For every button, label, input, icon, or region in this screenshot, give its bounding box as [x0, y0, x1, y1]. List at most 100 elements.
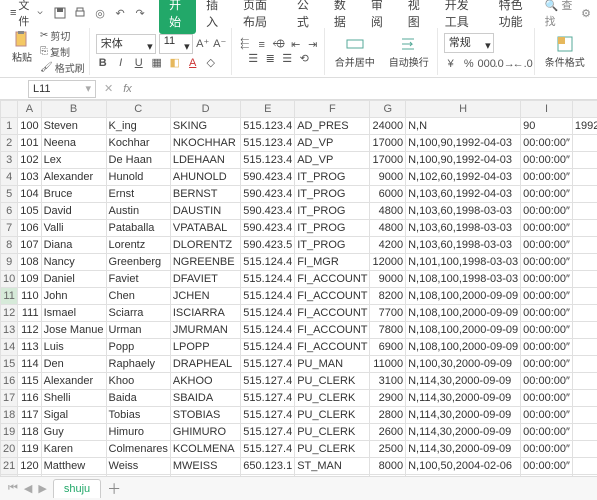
cell[interactable]: 00:00:00″ — [521, 152, 573, 169]
cell[interactable]: Matthew — [41, 458, 106, 475]
cell[interactable]: 00:00:00″ — [521, 169, 573, 186]
add-sheet-button[interactable]: ＋ — [107, 479, 121, 499]
cell[interactable]: 107 — [18, 237, 41, 254]
cell[interactable]: AHUNOLD — [170, 169, 240, 186]
cell[interactable] — [572, 424, 597, 441]
cell[interactable]: 00:00:00″ — [521, 186, 573, 203]
cell[interactable]: STOBIAS — [170, 407, 240, 424]
cell[interactable]: 2800 — [370, 407, 406, 424]
font-name-select[interactable]: 宋体▾ — [96, 34, 156, 54]
cell[interactable]: 6000 — [370, 186, 406, 203]
cell[interactable]: N,103,60,1992-04-03 — [406, 186, 521, 203]
row-header[interactable]: 3 — [1, 152, 18, 169]
indent-right-icon[interactable]: ⇥ — [306, 38, 320, 52]
cell[interactable]: 590.423.4 — [241, 203, 295, 220]
cell[interactable]: 515.123.4 — [241, 135, 295, 152]
cell[interactable] — [572, 407, 597, 424]
cell[interactable] — [572, 203, 597, 220]
col-header-H[interactable]: H — [406, 101, 521, 118]
cell[interactable]: 00:00:00″ — [521, 373, 573, 390]
comma-icon[interactable]: 000 — [480, 57, 494, 71]
cell[interactable]: 515.123.4 — [241, 152, 295, 169]
paste-button[interactable]: 粘贴 — [8, 28, 36, 75]
cell[interactable] — [572, 441, 597, 458]
cell[interactable]: 00:00:00″ — [521, 203, 573, 220]
fill-color-button[interactable]: ◧ — [168, 56, 182, 70]
cell[interactable]: 118 — [18, 424, 41, 441]
cancel-icon[interactable]: ✕ — [104, 82, 113, 95]
row-header[interactable]: 7 — [1, 220, 18, 237]
cell[interactable] — [572, 305, 597, 322]
cell[interactable]: 515.124.4 — [241, 339, 295, 356]
cell[interactable]: PU_CLERK — [295, 390, 370, 407]
font-size-select[interactable]: 11▾ — [159, 34, 193, 54]
cell[interactable]: N,114,30,2000-09-09 — [406, 407, 521, 424]
cell[interactable]: 1992/4/3 0:00 — [572, 118, 597, 135]
cell[interactable]: 24000 — [370, 118, 406, 135]
cell[interactable]: Weiss — [106, 458, 170, 475]
cell[interactable]: 00:00:00″ — [521, 407, 573, 424]
cell[interactable] — [572, 271, 597, 288]
cell[interactable]: Tobias — [106, 407, 170, 424]
cell[interactable]: 106 — [18, 220, 41, 237]
cell[interactable]: Karen — [41, 441, 106, 458]
cell[interactable]: Den — [41, 356, 106, 373]
copy-button[interactable]: ⎘ 复制 — [40, 44, 85, 59]
cell[interactable]: Raphaely — [106, 356, 170, 373]
shrink-font-icon[interactable]: A⁻ — [213, 37, 227, 51]
cell[interactable]: Steven — [41, 118, 106, 135]
cell[interactable] — [572, 152, 597, 169]
cell[interactable]: Popp — [106, 339, 170, 356]
cell[interactable]: 515.127.4 — [241, 441, 295, 458]
select-all-corner[interactable] — [1, 101, 18, 118]
cell[interactable]: DLORENTZ — [170, 237, 240, 254]
cell[interactable]: 00:00:00″ — [521, 424, 573, 441]
cell[interactable]: 112 — [18, 322, 41, 339]
cell[interactable]: PU_CLERK — [295, 407, 370, 424]
merge-button[interactable]: 合并居中 — [331, 33, 379, 71]
name-box[interactable]: L11▾ — [28, 80, 96, 98]
col-header-A[interactable]: A — [18, 101, 41, 118]
row-header[interactable]: 14 — [1, 339, 18, 356]
redo-icon[interactable]: ↷ — [133, 6, 147, 20]
cell[interactable]: N,103,60,1998-03-03 — [406, 220, 521, 237]
cell[interactable]: N,108,100,1998-03-03 — [406, 271, 521, 288]
cell[interactable] — [572, 322, 597, 339]
cell[interactable]: David — [41, 203, 106, 220]
grow-font-icon[interactable]: A⁺ — [196, 37, 210, 51]
row-header[interactable]: 8 — [1, 237, 18, 254]
row-header[interactable]: 18 — [1, 407, 18, 424]
cell[interactable]: 109 — [18, 271, 41, 288]
row-header[interactable]: 2 — [1, 135, 18, 152]
cell[interactable]: N,102,60,1992-04-03 — [406, 169, 521, 186]
cell[interactable] — [572, 373, 597, 390]
cell[interactable]: 114 — [18, 356, 41, 373]
cell[interactable]: Austin — [106, 203, 170, 220]
cell[interactable]: N,N — [406, 118, 521, 135]
cell[interactable]: 102 — [18, 152, 41, 169]
cell[interactable]: Chen — [106, 288, 170, 305]
cell[interactable]: PU_CLERK — [295, 441, 370, 458]
cell[interactable]: ST_MAN — [295, 458, 370, 475]
row-header[interactable]: 4 — [1, 169, 18, 186]
cell[interactable]: VPATABAL — [170, 220, 240, 237]
cell[interactable]: 4200 — [370, 237, 406, 254]
cell[interactable]: 2600 — [370, 424, 406, 441]
cell[interactable]: PU_CLERK — [295, 424, 370, 441]
cell[interactable]: PU_MAN — [295, 356, 370, 373]
row-header[interactable]: 13 — [1, 322, 18, 339]
cell[interactable]: Jose Manue — [41, 322, 106, 339]
cell[interactable]: IT_PROG — [295, 220, 370, 237]
dec-decimal-icon[interactable]: ←.0 — [516, 57, 530, 71]
cell[interactable]: 7800 — [370, 322, 406, 339]
percent-icon[interactable]: % — [462, 57, 476, 71]
indent-left-icon[interactable]: ⇤ — [289, 38, 303, 52]
row-header[interactable]: 21 — [1, 458, 18, 475]
cell[interactable]: 00:00:00″ — [521, 288, 573, 305]
col-header-D[interactable]: D — [170, 101, 240, 118]
cell[interactable]: FI_ACCOUNT — [295, 271, 370, 288]
cell[interactable]: Colmenares — [106, 441, 170, 458]
cell[interactable]: Baida — [106, 390, 170, 407]
row-header[interactable]: 6 — [1, 203, 18, 220]
cell[interactable]: 00:00:00″ — [521, 305, 573, 322]
